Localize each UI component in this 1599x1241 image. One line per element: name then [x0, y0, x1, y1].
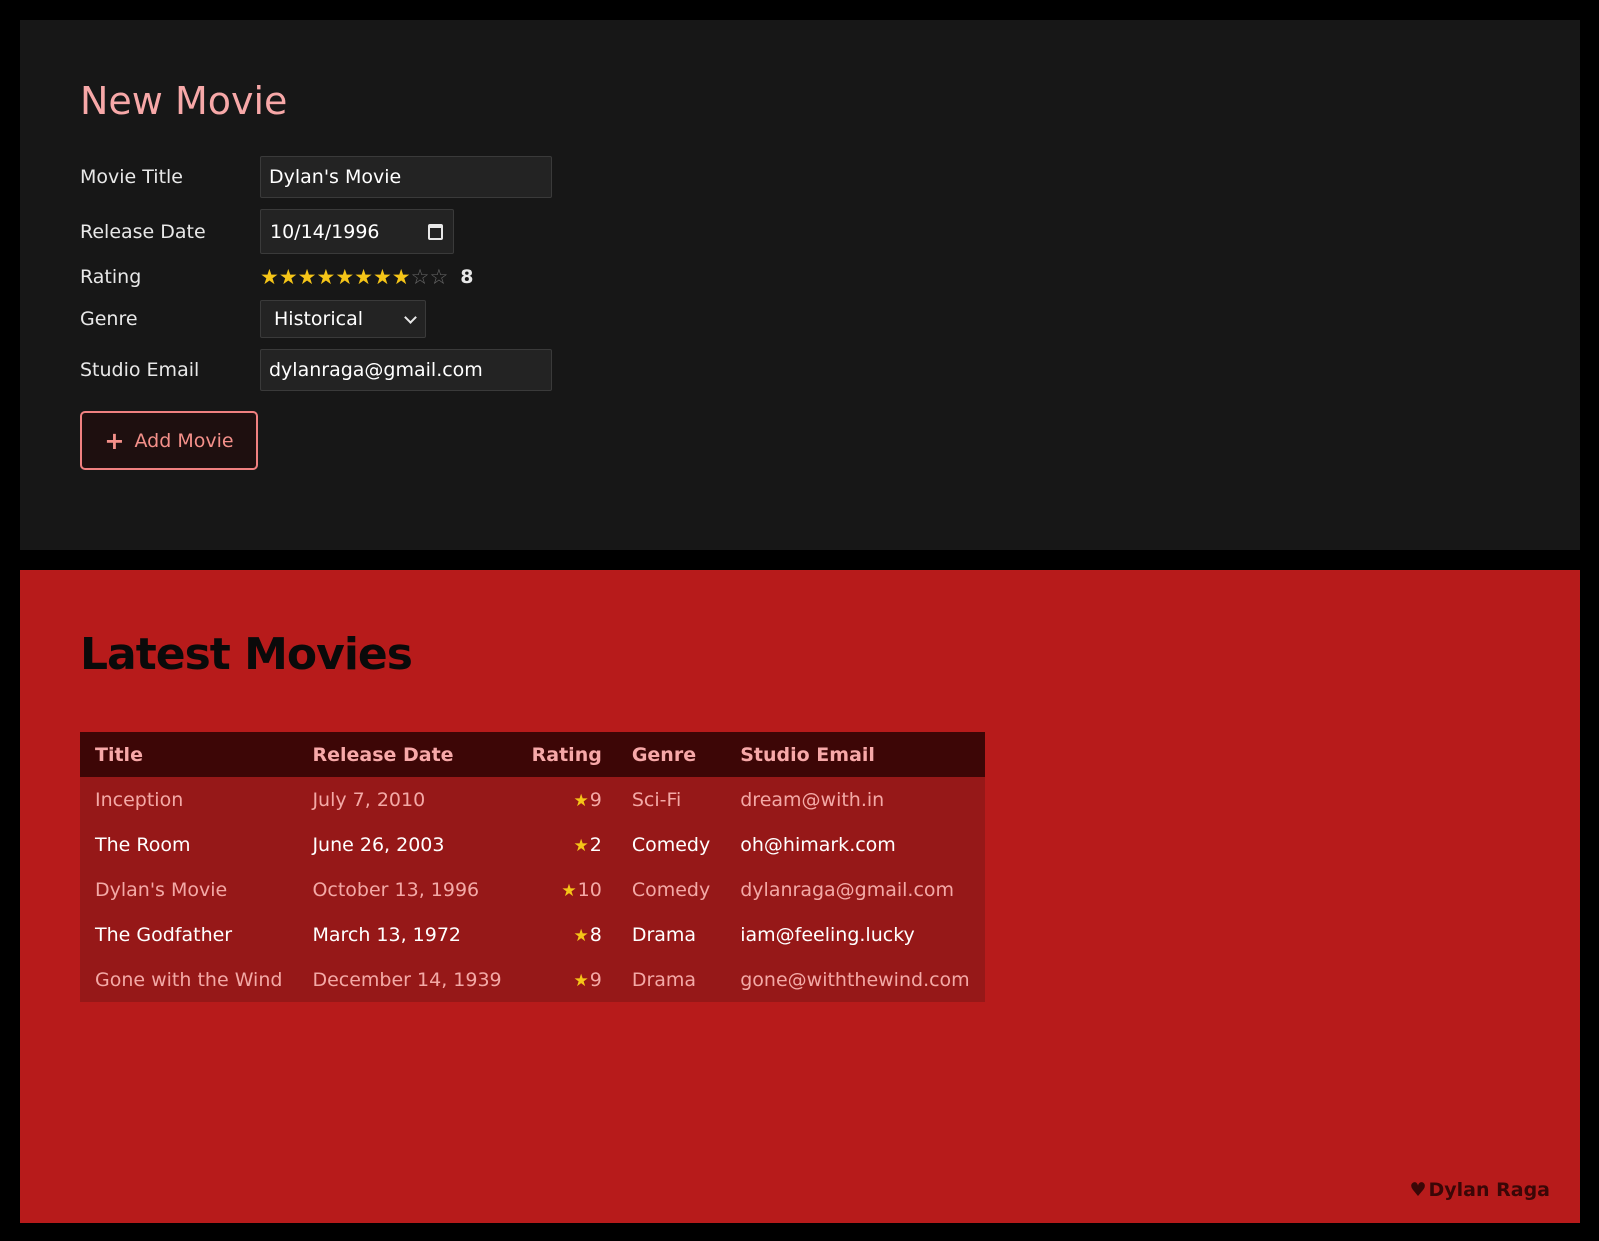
table-row: Dylan's Movie October 13, 1996 ★10 Comedy dy… [80, 867, 985, 912]
chevron-down-icon [404, 310, 417, 324]
page: New Movie Movie Title Release Date 10/14… [0, 0, 1599, 1241]
star-icon[interactable]: ☆ [429, 265, 448, 289]
table-row: The Godfather March 13, 1972 ★8 Drama iam@fe… [80, 912, 985, 957]
star-icon: ★ [573, 835, 589, 856]
rating-number: 8 [589, 923, 602, 946]
col-header-studio-email: Studio Email [725, 732, 985, 777]
genre-selected-value: Historical [274, 308, 363, 330]
table-header-row: Title Release Date Rating Genre Studio E… [80, 732, 985, 777]
release-date-row: Release Date 10/14/1996 [80, 209, 1580, 254]
cell-genre: Sci-Fi [616, 777, 726, 822]
new-movie-panel: New Movie Movie Title Release Date 10/14… [20, 20, 1580, 550]
table-row: Gone with the Wind December 14, 1939 ★9 Dra… [80, 957, 985, 1002]
plus-icon: + [104, 426, 125, 455]
cell-genre: Drama [616, 912, 726, 957]
cell-studio-email: oh@himark.com [725, 822, 985, 867]
star-icon[interactable]: ★ [354, 265, 373, 289]
cell-studio-email: iam@feeling.lucky [725, 912, 985, 957]
genre-label: Genre [80, 308, 138, 330]
cell-release-date: July 7, 2010 [297, 777, 517, 822]
list-title: Latest Movies [80, 629, 413, 680]
movie-title-input[interactable] [260, 156, 552, 198]
movies-table: Title Release Date Rating Genre Studio E… [80, 732, 985, 1002]
studio-email-label: Studio Email [80, 359, 200, 381]
star-icon[interactable]: ★ [335, 265, 354, 289]
star-icon: ★ [573, 925, 589, 946]
studio-email-row: Studio Email [80, 349, 1580, 391]
rating-number: 10 [577, 878, 602, 901]
heart-icon: ♥ [1409, 1179, 1427, 1201]
col-header-genre: Genre [616, 732, 726, 777]
cell-rating: ★9 [516, 777, 617, 822]
star-icon[interactable]: ★ [279, 265, 298, 289]
cell-studio-email: gone@withthewind.com [725, 957, 985, 1002]
cell-title: Inception [80, 777, 298, 822]
star-icon: ★ [573, 790, 589, 811]
release-date-value: 10/14/1996 [270, 220, 380, 243]
star-icon[interactable]: ☆ [411, 265, 430, 289]
col-header-release-date: Release Date [297, 732, 517, 777]
rating-value: 8 [460, 266, 474, 288]
star-group[interactable]: ★★★★★★★★☆☆ [260, 265, 448, 289]
footer-author: Dylan Raga [1428, 1179, 1550, 1201]
latest-movies-panel: Latest Movies Title Release Date Rating … [20, 570, 1580, 1223]
calendar-icon[interactable] [428, 223, 443, 240]
star-icon[interactable]: ★ [392, 265, 411, 289]
rating-number: 2 [589, 833, 602, 856]
footer-credit: ♥ Dylan Raga [1409, 1179, 1550, 1201]
rating-number: 9 [589, 788, 602, 811]
add-movie-button[interactable]: + Add Movie [80, 411, 258, 470]
rating-number: 9 [589, 968, 602, 991]
cell-studio-email: dylanraga@gmail.com [725, 867, 985, 912]
rating-stars[interactable]: ★★★★★★★★☆☆ 8 [260, 265, 474, 289]
cell-rating: ★8 [516, 912, 617, 957]
cell-rating: ★9 [516, 957, 617, 1002]
genre-select[interactable]: Historical [260, 300, 426, 338]
movie-title-row: Movie Title [80, 156, 1580, 198]
form-title: New Movie [80, 79, 288, 123]
star-icon[interactable]: ★ [298, 265, 317, 289]
genre-row: Genre Historical [80, 300, 1580, 338]
rating-label: Rating [80, 266, 142, 288]
cell-release-date: June 26, 2003 [297, 822, 517, 867]
add-movie-label: Add Movie [134, 429, 234, 452]
star-icon: ★ [573, 970, 589, 991]
cell-genre: Comedy [616, 822, 726, 867]
star-icon[interactable]: ★ [373, 265, 392, 289]
cell-rating: ★2 [516, 822, 617, 867]
table-row: Inception July 7, 2010 ★9 Sci-Fi dream@with.… [80, 777, 985, 822]
cell-studio-email: dream@with.in [725, 777, 985, 822]
cell-title: Dylan's Movie [80, 867, 298, 912]
cell-title: The Room [80, 822, 298, 867]
star-icon[interactable]: ★ [260, 265, 279, 289]
cell-genre: Drama [616, 957, 726, 1002]
cell-release-date: December 14, 1939 [297, 957, 517, 1002]
movie-title-label: Movie Title [80, 166, 183, 188]
table-row: The Room June 26, 2003 ★2 Comedy oh@himark.c… [80, 822, 985, 867]
cell-title: Gone with the Wind [80, 957, 298, 1002]
release-date-label: Release Date [80, 220, 206, 243]
release-date-input[interactable]: 10/14/1996 [260, 209, 454, 254]
cell-release-date: March 13, 1972 [297, 912, 517, 957]
cell-release-date: October 13, 1996 [297, 867, 517, 912]
star-icon[interactable]: ★ [316, 265, 335, 289]
cell-genre: Comedy [616, 867, 726, 912]
cell-rating: ★10 [516, 867, 617, 912]
col-header-rating: Rating [516, 732, 617, 777]
studio-email-input[interactable] [260, 349, 552, 391]
cell-title: The Godfather [80, 912, 298, 957]
rating-row: Rating ★★★★★★★★☆☆ 8 [80, 265, 1580, 289]
star-icon: ★ [561, 880, 577, 901]
col-header-title: Title [80, 732, 298, 777]
